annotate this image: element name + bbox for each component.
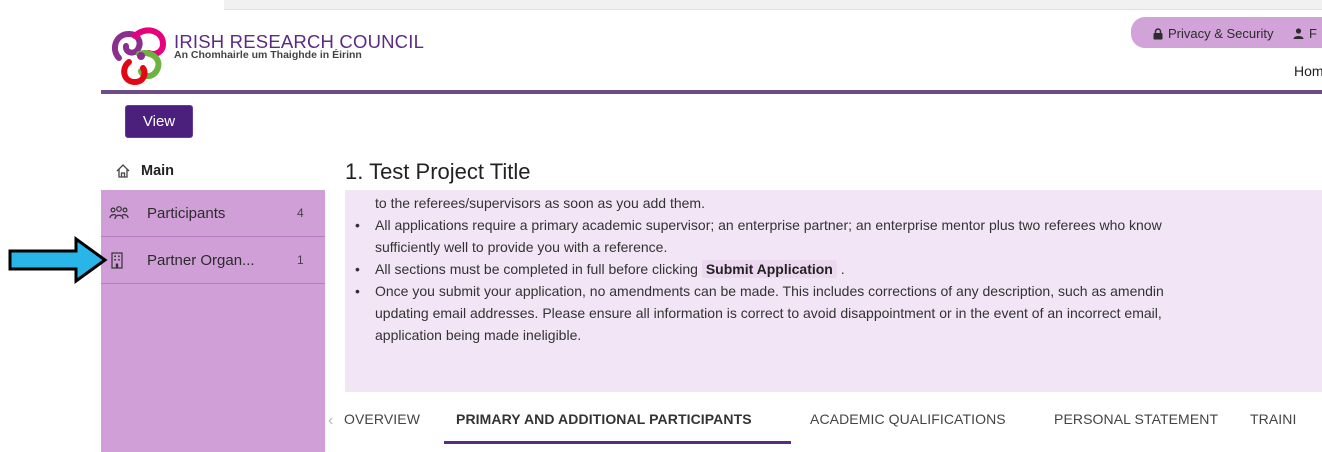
notice-line: application being made ineligible. — [375, 327, 582, 343]
sidebar-divider — [101, 283, 325, 284]
view-button[interactable]: View — [125, 105, 193, 138]
tab-overview[interactable]: OVERVIEW — [344, 411, 420, 427]
tab-personal-statement[interactable]: PERSONAL STATEMENT — [1054, 411, 1218, 427]
home-link[interactable]: Hom — [1294, 63, 1322, 79]
profile-link[interactable]: F — [1293, 26, 1317, 41]
bullet-icon: • — [355, 217, 360, 233]
profile-label: F — [1309, 26, 1317, 41]
bullet-icon: • — [355, 283, 360, 299]
sidebar-item-main[interactable]: Main — [105, 152, 325, 190]
participants-icon — [101, 205, 147, 221]
instructions-panel: to the referees/supervisors as soon as y… — [345, 190, 1322, 392]
partner-organisations-count-badge: 1 — [297, 253, 304, 267]
sidebar-item-participants[interactable]: Participants 4 — [101, 190, 325, 236]
header-divider — [101, 90, 1322, 94]
tab-training[interactable]: TRAINI — [1250, 411, 1297, 427]
sidebar: Participants 4 Partner Organ... 1 — [101, 190, 325, 452]
home-icon — [105, 163, 141, 179]
participants-count-badge: 4 — [297, 206, 304, 220]
irc-logo-icon[interactable] — [105, 22, 175, 88]
bullet-icon: • — [355, 261, 360, 277]
browser-top-strip — [224, 0, 1322, 10]
sidebar-item-main-label: Main — [141, 163, 175, 179]
utility-bar: Privacy & Security F — [1131, 17, 1322, 48]
brand-subtitle: An Chomhairle um Thaighde in Éirinn — [174, 49, 362, 61]
submit-application-reference: Submit Application — [701, 260, 837, 278]
user-icon — [1293, 28, 1304, 39]
privacy-security-link[interactable]: Privacy & Security — [1153, 26, 1273, 41]
notice-text: . — [840, 261, 845, 277]
annotation-arrow-icon — [8, 236, 108, 284]
notice-text: All sections must be completed in full b… — [375, 261, 698, 277]
notice-line: Once you submit your application, no ame… — [375, 283, 1164, 299]
notice-line: updating email addresses. Please ensure … — [375, 305, 1162, 321]
page-title: 1. Test Project Title — [345, 159, 531, 184]
lock-icon — [1153, 27, 1163, 39]
sidebar-item-partner-organisations[interactable]: Partner Organ... 1 — [101, 237, 325, 283]
sidebar-item-participants-label: Participants — [147, 204, 226, 222]
notice-line: to the referees/supervisors as soon as y… — [375, 195, 705, 211]
tab-primary-and-additional-participants[interactable]: PRIMARY AND ADDITIONAL PARTICIPANTS — [456, 411, 752, 427]
tab-academic-qualifications[interactable]: ACADEMIC QUALIFICATIONS — [810, 411, 1006, 427]
notice-line-submit: All sections must be completed in full b… — [375, 259, 845, 281]
notice-line: sufficiently well to provide you with a … — [375, 239, 668, 255]
tabs-scroll-left-icon[interactable]: ‹ — [328, 412, 333, 430]
privacy-security-label: Privacy & Security — [1168, 26, 1274, 41]
sidebar-item-partner-organisations-label: Partner Organ... — [147, 251, 255, 269]
section-tabs: ‹ OVERVIEW PRIMARY AND ADDITIONAL PARTIC… — [326, 408, 1322, 452]
notice-line: All applications require a primary acade… — [375, 217, 1162, 233]
active-tab-indicator — [444, 441, 791, 444]
